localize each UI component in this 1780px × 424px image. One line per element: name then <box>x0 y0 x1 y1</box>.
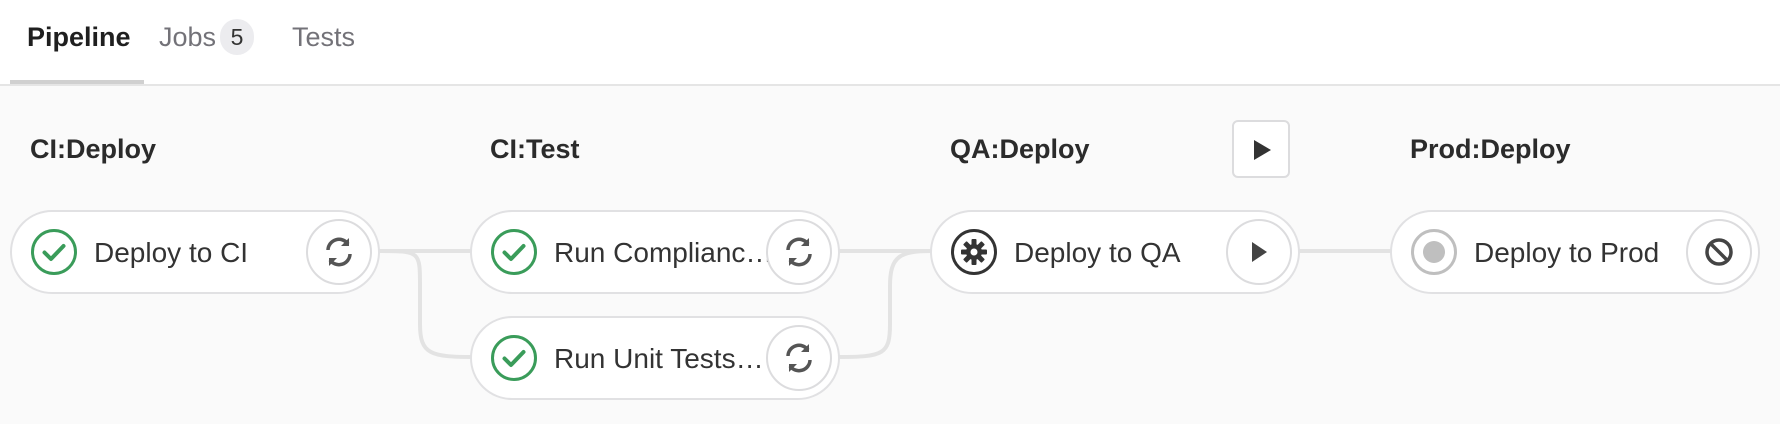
job-deploy-to-ci[interactable]: Deploy to CI <box>10 210 380 294</box>
connector-deploy-ci-unit-tests <box>377 249 475 359</box>
tab-tests[interactable]: Tests <box>292 20 355 60</box>
connector-unit-tests-qa <box>837 249 933 359</box>
tab-jobs[interactable]: Jobs 5 <box>159 18 255 60</box>
stage-title-qa-deploy: QA:Deploy <box>950 134 1090 164</box>
jobs-count-badge: 5 <box>220 18 255 55</box>
tab-tests-label: Tests <box>292 22 356 52</box>
retry-icon <box>326 237 352 267</box>
job-name: Deploy to CI <box>94 237 249 268</box>
job-name: Deploy to Prod <box>1474 237 1660 268</box>
pipeline-graph: CI:Deploy CI:Test QA:Deploy Prod:Deploy … <box>0 86 1780 424</box>
job-deploy-to-prod[interactable]: Deploy to Prod <box>1390 210 1760 294</box>
status-success-icon <box>30 228 78 276</box>
stage-title-ci-test: CI:Test <box>490 134 580 164</box>
job-name: Run Compliance Tests <box>554 237 776 268</box>
stage-play-all-button[interactable] <box>1232 120 1290 178</box>
job-name: Run Unit Tests on CI <box>554 343 766 374</box>
pipeline-tabs: Pipeline Jobs 5 Tests <box>0 0 1780 86</box>
stage-title-ci-deploy: CI:Deploy <box>30 134 157 164</box>
job-name: Deploy to QA <box>1014 237 1181 268</box>
status-success-icon <box>490 228 538 276</box>
retry-button[interactable] <box>766 325 832 391</box>
status-created-icon <box>1410 228 1458 276</box>
stage-title-prod-deploy: Prod:Deploy <box>1410 134 1571 164</box>
retry-icon <box>786 343 812 373</box>
status-manual-gear-icon <box>950 228 998 276</box>
tab-jobs-label: Jobs <box>159 22 217 52</box>
cancel-icon <box>1705 238 1733 266</box>
retry-icon <box>786 237 812 267</box>
job-run-compliance-tests[interactable]: Run Compliance Tests <box>470 210 840 294</box>
play-icon <box>1252 242 1267 262</box>
play-button[interactable] <box>1226 219 1292 285</box>
job-run-unit-tests[interactable]: Run Unit Tests on CI <box>470 316 840 400</box>
retry-button[interactable] <box>306 219 372 285</box>
active-tab-indicator <box>10 80 144 84</box>
retry-button[interactable] <box>766 219 832 285</box>
cancel-button[interactable] <box>1686 219 1752 285</box>
tab-pipeline[interactable]: Pipeline <box>27 20 131 60</box>
play-icon <box>1254 140 1271 160</box>
tab-pipeline-label: Pipeline <box>27 22 131 52</box>
status-success-icon <box>490 334 538 382</box>
job-deploy-to-qa[interactable]: Deploy to QA <box>930 210 1300 294</box>
